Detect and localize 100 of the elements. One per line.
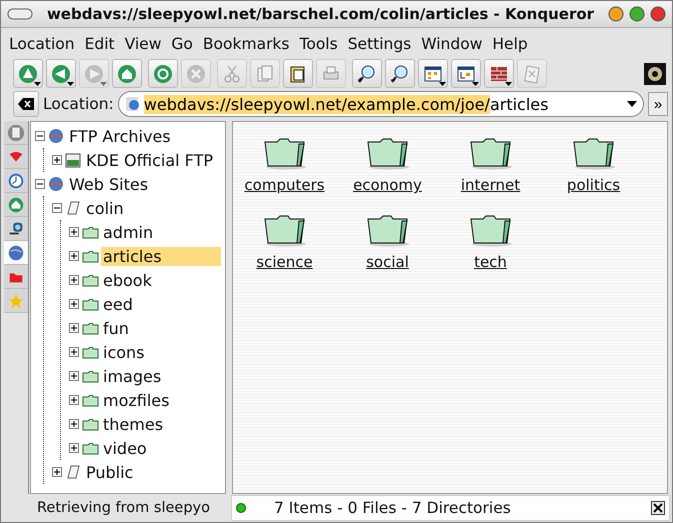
tree-item[interactable]: themes [101, 414, 166, 434]
document-icon [7, 124, 25, 142]
more-button[interactable]: » [648, 92, 668, 116]
menu-item[interactable]: Window [417, 35, 486, 53]
folder-icon[interactable] [468, 136, 514, 170]
tree-item[interactable]: icons [101, 342, 147, 362]
home-icon [7, 196, 25, 214]
zoom-out-icon [390, 64, 410, 84]
dropdown-icon[interactable] [627, 101, 637, 107]
globe-icon [7, 244, 25, 262]
folder-icon[interactable] [364, 136, 410, 170]
expander-icon[interactable] [35, 179, 45, 189]
menu-item[interactable]: View [120, 35, 166, 53]
tree-item[interactable]: colin [84, 198, 126, 218]
menu-item[interactable]: Bookmarks [198, 35, 294, 53]
expander-icon[interactable] [69, 275, 79, 285]
folder-icon[interactable] [570, 136, 616, 170]
clear-location-button[interactable] [13, 91, 39, 117]
expander-icon[interactable] [69, 395, 79, 405]
menu-item[interactable]: Go [167, 35, 197, 53]
tree-item[interactable]: FTP Archives [67, 126, 173, 146]
sidebar-tab[interactable] [4, 265, 28, 289]
tree-item[interactable]: ebook [101, 270, 154, 290]
close-button[interactable] [650, 6, 666, 22]
expander-icon[interactable] [69, 443, 79, 453]
status-summary: 7 Items - 0 Files - 7 Directories [273, 498, 512, 516]
menu-item[interactable]: Tools [296, 35, 342, 53]
folder-label[interactable]: internet [460, 176, 520, 194]
tree-item[interactable]: images [101, 366, 164, 386]
caret-icon [34, 82, 41, 86]
tree-item[interactable]: Public [84, 462, 136, 482]
toolbar-button[interactable] [385, 59, 415, 88]
folder-label[interactable]: science [256, 253, 313, 271]
status-text: Retrieving from sleepyo [36, 500, 211, 516]
toolbar-button[interactable] [451, 59, 481, 88]
minimize-button[interactable] [608, 6, 624, 22]
expander-icon[interactable] [52, 203, 62, 213]
expander-icon[interactable] [35, 131, 45, 141]
expander-icon[interactable] [52, 467, 62, 477]
sidebar-tab[interactable] [4, 241, 28, 265]
reload-icon [153, 64, 173, 84]
toolbar-button[interactable] [418, 59, 448, 88]
clock-icon [7, 172, 25, 190]
location-field[interactable]: webdavs://sleepyowl.net/example.com/joe/articles [118, 91, 644, 117]
folder-label[interactable]: politics [566, 176, 620, 194]
expander-icon[interactable] [52, 155, 62, 165]
sidebar-tab[interactable] [4, 193, 28, 217]
menu-item[interactable]: Help [488, 35, 532, 53]
menu-item[interactable]: Settings [344, 35, 416, 53]
caret-icon [67, 82, 74, 86]
expander-icon[interactable] [69, 347, 79, 357]
folder-icon[interactable] [364, 213, 410, 247]
menu-item[interactable]: Location [5, 35, 79, 53]
expander-icon[interactable] [69, 419, 79, 429]
star-icon [7, 292, 25, 310]
folder-label[interactable]: tech [474, 253, 507, 271]
maximize-button[interactable] [629, 6, 645, 22]
tree-item[interactable]: articles [101, 246, 221, 266]
menu-item[interactable]: Edit [80, 35, 119, 53]
expander-icon[interactable] [69, 251, 79, 261]
stop-icon [186, 64, 206, 84]
expander-icon[interactable] [69, 299, 79, 309]
tree-item[interactable]: KDE Official FTP [84, 150, 215, 170]
folder-icon[interactable] [468, 213, 514, 247]
tree-item[interactable]: video [101, 438, 149, 458]
folder-icon[interactable] [262, 136, 308, 170]
gear-icon [644, 62, 666, 84]
expander-icon[interactable] [69, 371, 79, 381]
ftp-icon [64, 151, 82, 169]
sidebar-tab[interactable] [4, 145, 28, 169]
icon-view-icon [423, 64, 443, 84]
status-light-icon [236, 502, 246, 512]
caret-icon [100, 82, 107, 86]
location-label: Location: [43, 95, 114, 113]
caret-icon [505, 82, 512, 86]
zoom-in-icon [357, 64, 377, 84]
close-icon[interactable] [651, 500, 665, 514]
toolbar-button[interactable] [484, 59, 514, 88]
tree-item[interactable]: fun [101, 318, 131, 338]
home-icon [117, 64, 137, 84]
tree-item[interactable]: eed [101, 294, 135, 314]
folder-label[interactable]: social [366, 253, 409, 271]
tree-item[interactable]: Web Sites [67, 174, 150, 194]
sidebar-tab[interactable] [4, 169, 28, 193]
sidebar-tab[interactable] [4, 217, 28, 241]
globe-icon [47, 175, 65, 193]
folder-label[interactable]: computers [244, 176, 325, 194]
tree-item[interactable]: mozfiles [101, 390, 172, 410]
window-title: webdavs://sleepyowl.net/barschel.com/colin/articles - Konqueror [46, 5, 596, 23]
caret-icon [472, 82, 479, 86]
tree-item[interactable]: admin [101, 222, 156, 242]
window-menu-icon[interactable] [7, 8, 33, 20]
expander-icon[interactable] [69, 227, 79, 237]
toolbar-button[interactable] [283, 59, 313, 88]
folder-icon[interactable] [262, 213, 308, 247]
toolbar-button[interactable] [352, 59, 382, 88]
webcam-icon [7, 220, 25, 238]
folder-label[interactable]: economy [353, 176, 422, 194]
caret-icon [439, 82, 446, 86]
expander-icon[interactable] [69, 323, 79, 333]
